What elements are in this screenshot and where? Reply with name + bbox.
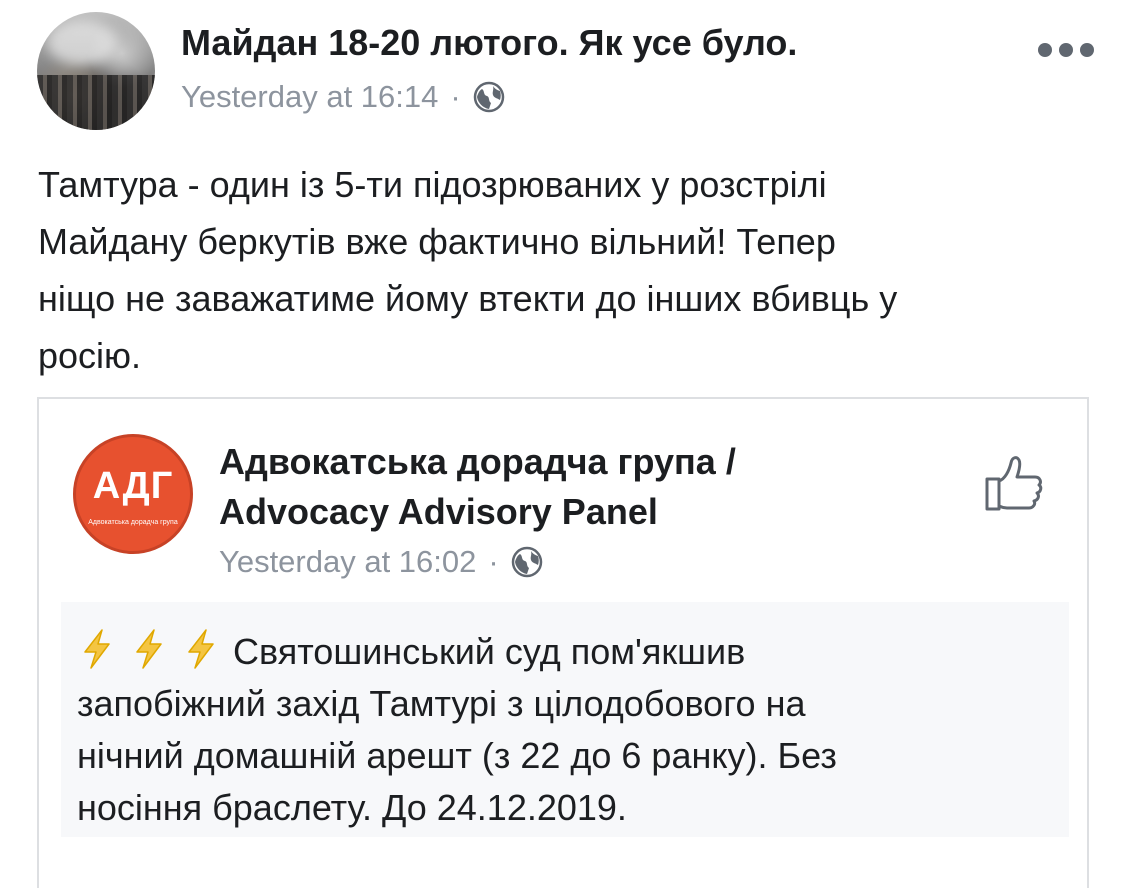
shared-name-line: Advocacy Advisory Panel (219, 491, 658, 532)
shared-timestamp[interactable]: Yesterday at 16:02 (219, 544, 476, 580)
shared-page-avatar[interactable]: АДГ Адвокатська дорадча група (73, 434, 193, 554)
meta-separator: · (488, 544, 499, 579)
more-options-button[interactable] (1038, 38, 1098, 62)
post-text-line: росію. (38, 335, 142, 376)
shared-text-line: запобіжний захід Тамтурі з цілодобового … (77, 683, 806, 724)
post-text-line: ніщо не заважатиме йому втекти до інших … (38, 278, 898, 319)
globe-icon[interactable] (511, 546, 543, 578)
post-header: Майдан 18-20 лютого. Як усе було. Yester… (0, 0, 1124, 140)
lightning-icon (188, 629, 214, 669)
shared-text-line: Святошинський суд пом'якшив (77, 626, 837, 678)
shared-post-body: Святошинський суд пом'якшив запобіжний з… (61, 602, 1069, 837)
shared-text-line: носіння браслету. До 24.12.2019. (77, 787, 627, 828)
meta-separator: · (450, 79, 461, 114)
logo-text: АДГ (92, 465, 174, 507)
logo-subtext: Адвокатська дорадча група (88, 519, 178, 526)
lightning-icon (136, 629, 162, 669)
post-timestamp[interactable]: Yesterday at 16:14 (181, 79, 438, 115)
globe-icon[interactable] (473, 81, 505, 113)
post-text-line: Тамтура - один із 5-ти підозрюваних у ро… (38, 164, 827, 205)
post-text-line: Майдану беркутів вже фактично вільний! Т… (38, 221, 836, 262)
shared-name-line: Адвокатська дорадча група / (219, 441, 736, 482)
shared-meta: Yesterday at 16:02 · (219, 544, 543, 580)
avatar-smoke (47, 20, 117, 65)
page-avatar[interactable] (37, 12, 155, 130)
thumbs-up-icon[interactable] (983, 451, 1047, 515)
more-dot-icon (1059, 43, 1073, 57)
more-dot-icon (1080, 43, 1094, 57)
page-title[interactable]: Майдан 18-20 лютого. Як усе було. (181, 22, 797, 64)
shared-page-name[interactable]: Адвокатська дорадча група / Advocacy Adv… (219, 437, 736, 537)
shared-post-card[interactable]: АДГ Адвокатська дорадча група Адвокатськ… (37, 397, 1089, 888)
post-meta: Yesterday at 16:14 · (181, 79, 505, 115)
avatar-crowd (37, 75, 155, 130)
shared-text-first: Святошинський суд пом'якшив (233, 631, 746, 672)
post-text: Тамтура - один із 5-ти підозрюваних у ро… (38, 156, 1098, 384)
shared-text: Святошинський суд пом'якшив запобіжний з… (77, 626, 837, 834)
shared-text-line: нічний домашній арешт (з 22 до 6 ранку).… (77, 735, 837, 776)
lightning-icon (84, 629, 110, 669)
more-dot-icon (1038, 43, 1052, 57)
